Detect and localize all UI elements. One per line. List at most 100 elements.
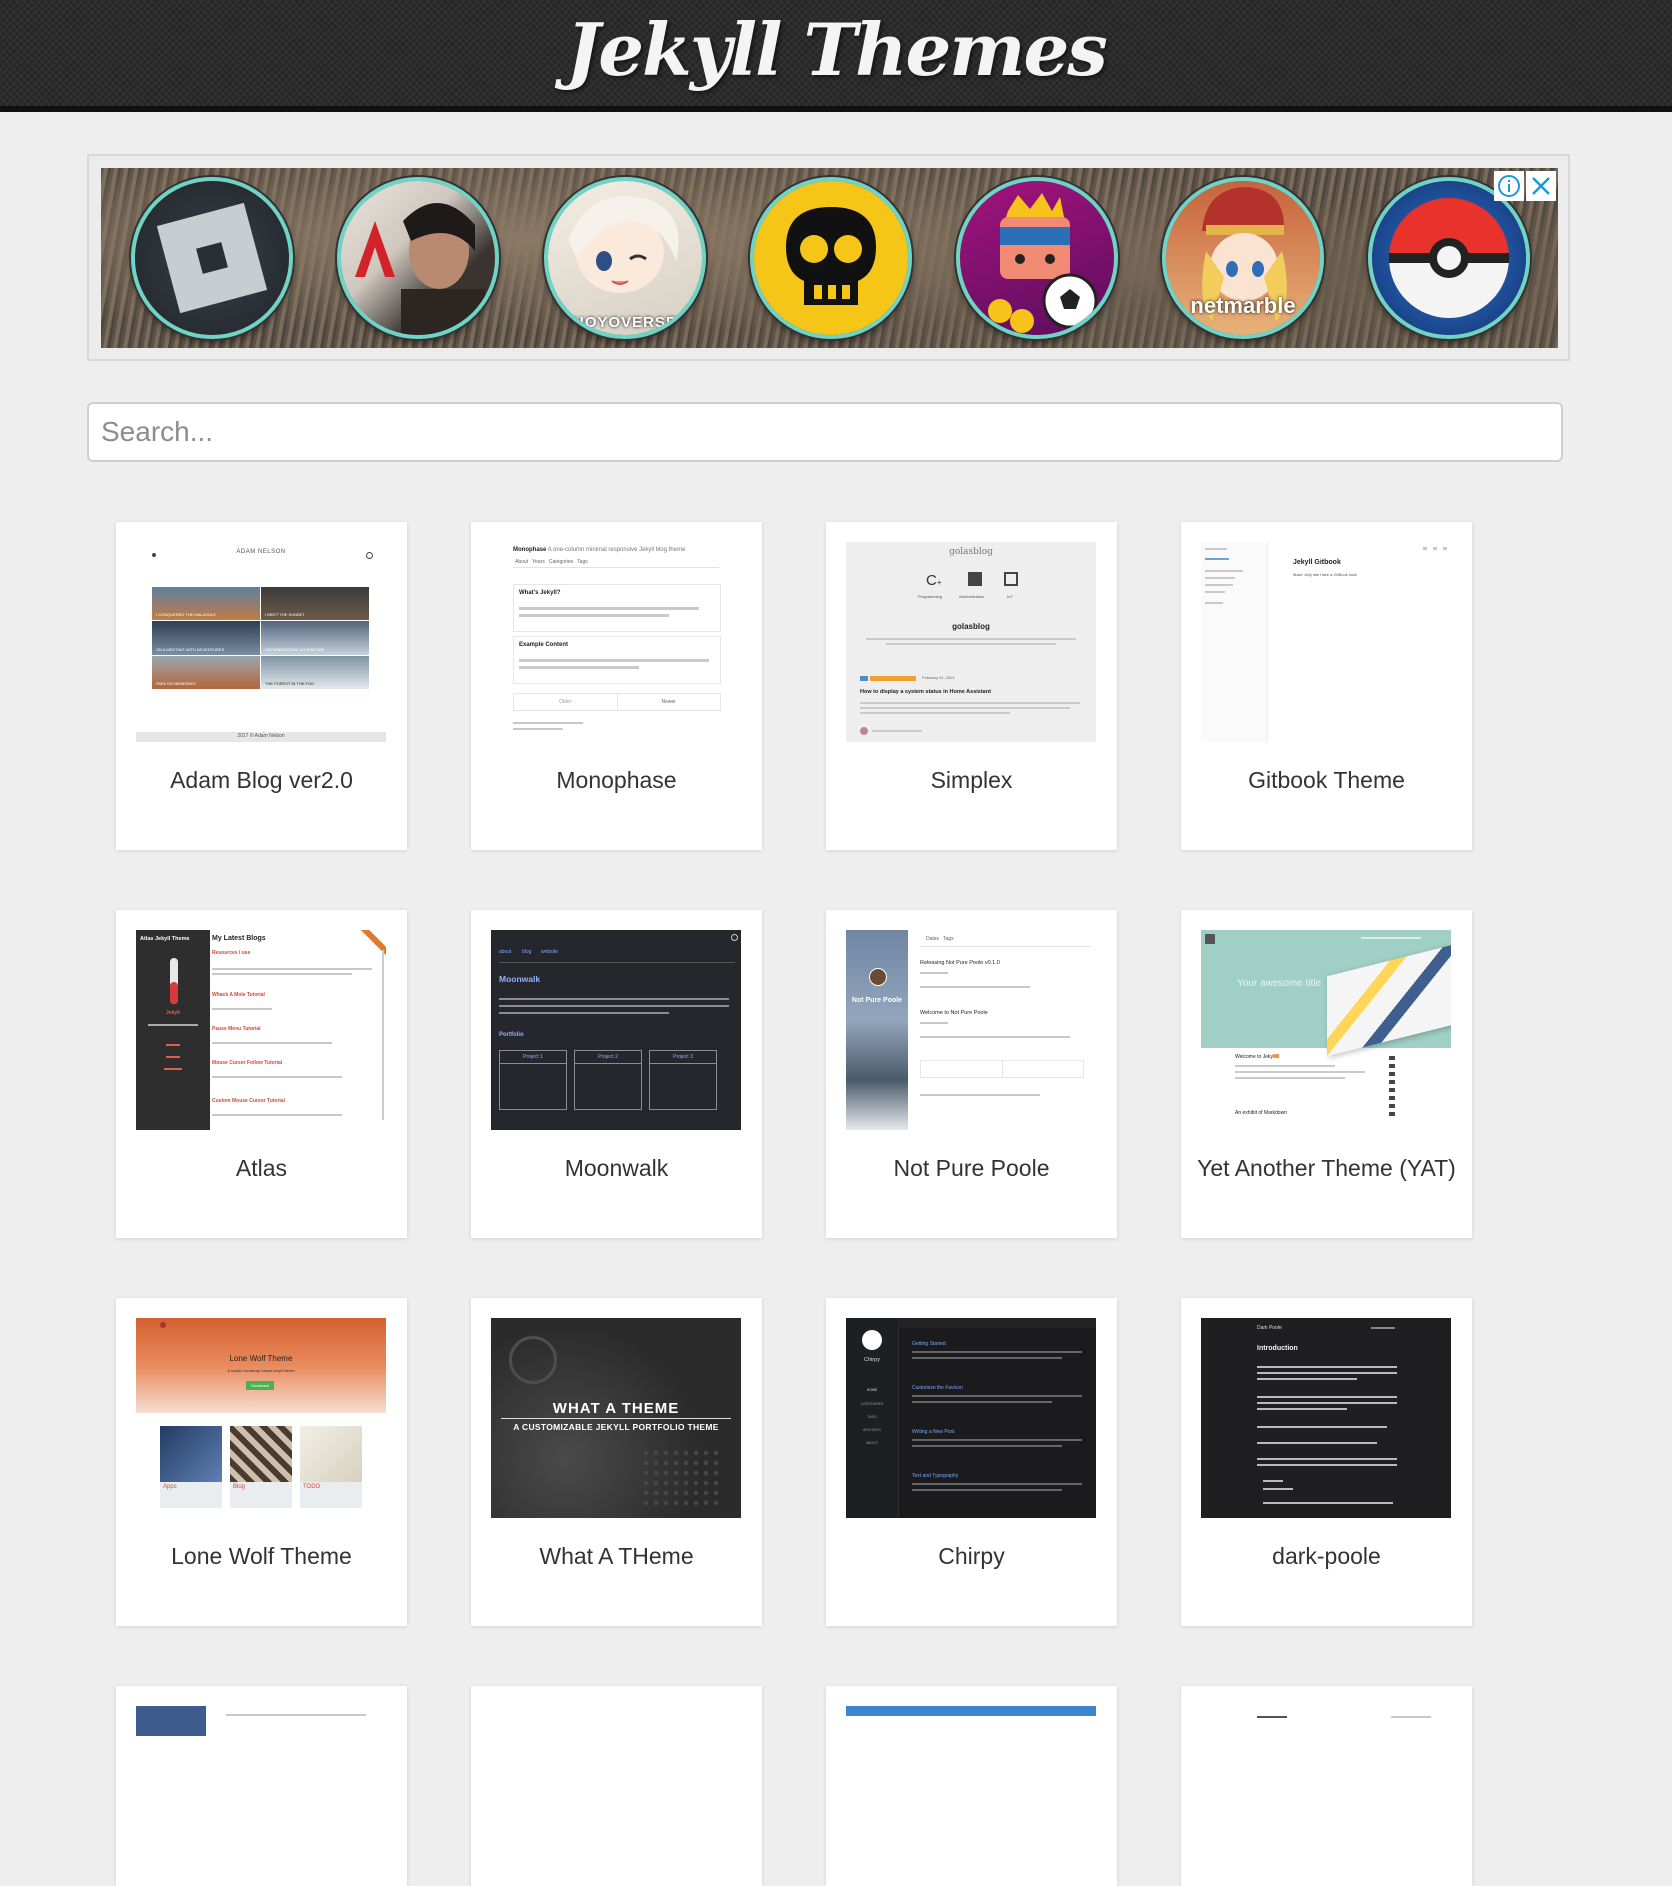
thumb-post: Example Content <box>519 642 569 648</box>
thumb-side: Atlas Jekyll Theme <box>140 936 190 942</box>
theme-thumbnail[interactable]: Atlas Jekyll Theme Jekyll My Latest Blog… <box>136 930 386 1130</box>
theme-title[interactable]: Monophase <box>471 767 762 794</box>
theme-thumbnail[interactable] <box>846 1706 1096 1736</box>
thumb-heading: Introduction <box>1257 1345 1298 1352</box>
theme-card-simplex[interactable]: golasblog C+ Programming Administration … <box>826 522 1117 850</box>
theme-card-partial[interactable] <box>116 1686 407 1886</box>
theme-title[interactable]: Lone Wolf Theme <box>116 1543 407 1570</box>
theme-card-atlas[interactable]: Atlas Jekyll Theme Jekyll My Latest Blog… <box>116 910 407 1238</box>
theme-card-dark-poole[interactable]: Dark Poole Introduction dark-poole <box>1181 1298 1472 1626</box>
thumb-nav-item: about <box>499 949 512 955</box>
thumb-brand: Monophase <box>513 547 547 553</box>
thumb-link: Mouse Cursor Follow Tutorial <box>212 1060 283 1066</box>
thumb-tile: I MEET THE SUNSET <box>265 612 305 618</box>
thumb-brand: Dark Poole <box>1257 1325 1282 1331</box>
theme-thumbnail[interactable] <box>1201 1706 1451 1736</box>
theme-title[interactable]: Yet Another Theme (YAT) <box>1181 1155 1472 1182</box>
theme-thumbnail[interactable]: Not Pure Poole Dates Tags Releasing Not … <box>846 930 1096 1130</box>
theme-card-partial[interactable] <box>471 1686 762 1886</box>
theme-thumbnail[interactable]: Chirpy HOME CATEGORIES TAGS ARCHIVES ABO… <box>846 1318 1096 1518</box>
theme-title[interactable]: Atlas <box>116 1155 407 1182</box>
soccer-game-icon[interactable] <box>956 177 1118 339</box>
theme-thumbnail[interactable]: about blog website Moonwalk Portfolio Pr… <box>491 930 741 1130</box>
theme-card-partial[interactable] <box>826 1686 1117 1886</box>
netmarble-game-icon[interactable]: netmarble <box>1162 177 1324 339</box>
thumb-tabs: Dates Tags <box>926 936 954 942</box>
theme-title[interactable]: Adam Blog ver2.0 <box>116 767 407 794</box>
thumb-footer: 2017 © Adam Nelson <box>237 733 285 739</box>
thumb-header: golasblog <box>949 547 993 557</box>
theme-thumbnail[interactable]: Your awesome title Welcome to Jekyll! An… <box>1201 930 1451 1130</box>
site-title[interactable]: Jekyll Themes <box>0 4 1672 96</box>
theme-card-partial[interactable] <box>1181 1686 1472 1886</box>
theme-title[interactable]: Moonwalk <box>471 1155 762 1182</box>
theme-card-yat[interactable]: Your awesome title Welcome to Jekyll! An… <box>1181 910 1472 1238</box>
theme-card-moonwalk[interactable]: about blog website Moonwalk Portfolio Pr… <box>471 910 762 1238</box>
theme-thumbnail[interactable]: WHAT A THEME A CUSTOMIZABLE JEKYLL PORTF… <box>491 1318 741 1518</box>
theme-title[interactable]: Chirpy <box>826 1543 1117 1570</box>
theme-title[interactable]: Gitbook Theme <box>1181 767 1472 794</box>
theme-thumbnail[interactable]: Jekyll Gitbook Make Jelly site have a Gi… <box>1201 542 1451 742</box>
test-tube-icon <box>170 958 178 1004</box>
thumb-post: Getting Started <box>912 1341 946 1347</box>
thumb-sub: A CUSTOMIZABLE JEKYLL PORTFOLIO THEME <box>513 1422 719 1432</box>
thumb-heading: WHAT A THEME <box>552 1400 680 1417</box>
thumb-post: Writing a New Post <box>912 1429 955 1435</box>
close-icon[interactable] <box>1526 171 1556 201</box>
thumb-tile: SNOWBOARDING ADVENTURE <box>265 646 325 652</box>
brawl-stars-icon[interactable] <box>750 177 912 339</box>
thumb-tile: THE FOREST IN THE FOG <box>265 680 315 686</box>
theme-title[interactable]: What A THeme <box>471 1543 762 1570</box>
thumb-download-button: Download <box>246 1381 274 1390</box>
theme-card-what-a-theme[interactable]: WHAT A THEME A CUSTOMIZABLE JEKYLL PORTF… <box>471 1298 762 1626</box>
theme-title[interactable]: Not Pure Poole <box>826 1155 1117 1182</box>
theme-title[interactable]: Simplex <box>826 767 1117 794</box>
thumb-link: Resources I use <box>212 950 251 956</box>
theme-thumbnail[interactable]: Monophase A one-column minimal responsiv… <box>491 542 741 742</box>
netmarble-caption: netmarble <box>1190 293 1296 318</box>
theme-thumbnail[interactable]: Lone Wolf Theme A simple bootstrap based… <box>136 1318 386 1518</box>
thumb-older: Older <box>514 694 618 710</box>
thumb-sub: Make Jelly site have a GitBook look! <box>1293 572 1358 577</box>
thumb-heading: Moonwalk <box>499 974 541 984</box>
theme-card-not-pure-poole[interactable]: Not Pure Poole Dates Tags Releasing Not … <box>826 910 1117 1238</box>
thumb-tile: Blog <box>233 1484 246 1490</box>
thumb-heading: My Latest Blogs <box>212 935 266 942</box>
genshin-impact-icon[interactable]: HOYOVERSE <box>544 177 706 339</box>
ad-banner[interactable]: HOYOVERSE netmarble <box>87 154 1570 361</box>
thumb-date: February 01, 2021 <box>922 675 955 680</box>
theme-card-gitbook[interactable]: Jekyll Gitbook Make Jelly site have a Gi… <box>1181 522 1472 850</box>
thumb-brand: Chirpy <box>864 1357 880 1363</box>
thumb-name: golasblog <box>952 622 990 631</box>
theme-card-adam-blog[interactable]: ADAM NELSON I CONQUERED THE MALASOLE I M… <box>116 522 407 850</box>
thumb-heading: Lone Wolf Theme <box>229 1354 293 1363</box>
thumb-tile: PAPA ON MEMORIES <box>156 680 196 686</box>
thumb-tile: TODO <box>303 1484 321 1490</box>
thumb-post: Releasing Not Pure Poole v0.1.0 <box>920 960 1000 966</box>
thumb-post: How to display a system status in Home A… <box>860 689 991 695</box>
theme-thumbnail[interactable]: ADAM NELSON I CONQUERED THE MALASOLE I M… <box>136 542 386 742</box>
theme-title[interactable]: dark-poole <box>1181 1543 1472 1570</box>
theme-thumbnail[interactable]: golasblog C+ Programming Administration … <box>846 542 1096 742</box>
thumb-tile: Apps <box>163 1484 177 1490</box>
theme-card-chirpy[interactable]: Chirpy HOME CATEGORIES TAGS ARCHIVES ABO… <box>826 1298 1117 1626</box>
thumb-post: Welcome to Not Pure Poole <box>920 1010 988 1016</box>
theme-thumbnail[interactable] <box>136 1706 386 1736</box>
pokemon-go-icon[interactable] <box>1368 177 1530 339</box>
roblox-icon[interactable] <box>131 177 293 339</box>
apex-legends-icon[interactable] <box>337 177 499 339</box>
info-icon[interactable] <box>1494 171 1524 201</box>
thumb-sub: A simple bootstrap based jekyll theme <box>227 1368 295 1373</box>
thumb-tile: ON A MEETING WITH ADVENTURES <box>156 646 225 652</box>
thumb-nav-item: ABOUT <box>865 1441 879 1445</box>
theme-card-lone-wolf[interactable]: Lone Wolf Theme A simple bootstrap based… <box>116 1298 407 1626</box>
theme-thumbnail[interactable]: Dark Poole Introduction <box>1201 1318 1451 1518</box>
thumb-post: An exhibit of Markdown <box>1235 1110 1287 1116</box>
thumb-heading: Jekyll Gitbook <box>1293 559 1341 566</box>
thumb-post: Customize the Favicon <box>912 1385 963 1391</box>
thumb-section: Portfolio <box>499 1032 524 1038</box>
thumb-hero: Your awesome title <box>1237 978 1322 989</box>
theme-card-monophase[interactable]: Monophase A one-column minimal responsiv… <box>471 522 762 850</box>
ad-image[interactable]: HOYOVERSE netmarble <box>101 168 1558 348</box>
search-input[interactable] <box>87 402 1563 462</box>
